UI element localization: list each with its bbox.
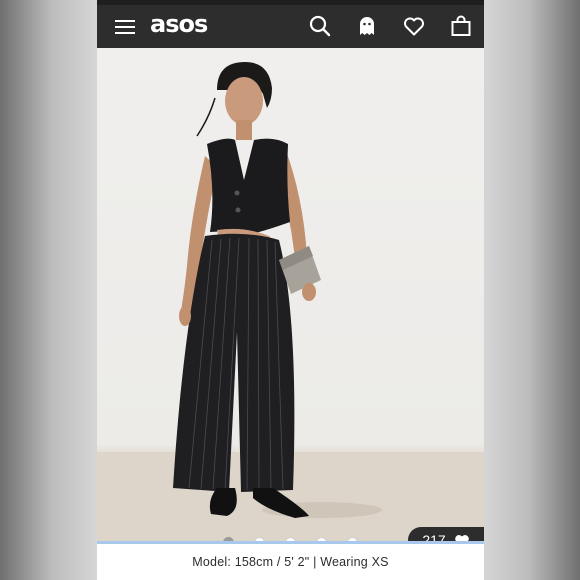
top-navigation-bar: asos [97,0,484,48]
model-size-text: Model: 158cm / 5' 2" | Wearing XS [192,555,389,569]
model-info-caption: Model: 158cm / 5' 2" | Wearing XS [97,541,484,580]
asos-logo[interactable]: asos [150,10,208,38]
search-icon[interactable] [308,14,332,38]
account-icon[interactable] [355,14,379,38]
model-illustration [97,62,484,543]
product-photo[interactable]: 217 [97,48,484,543]
app-frame: asos 217 Model: 158cm / 5' 2" | Wearing … [97,0,484,580]
menu-icon[interactable] [115,16,135,34]
heart-icon[interactable] [402,14,426,38]
bag-icon[interactable] [449,14,473,38]
